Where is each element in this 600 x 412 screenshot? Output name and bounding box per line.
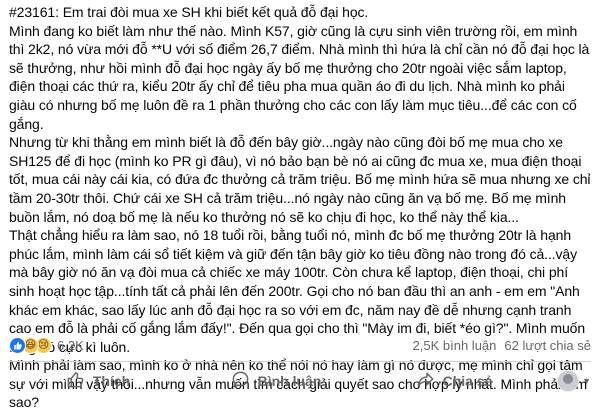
post-title: #23161: Em trai đòi mua xe SH khi biết k… — [9, 4, 369, 20]
avatar — [557, 370, 580, 392]
comment-icon — [231, 370, 250, 392]
like-button[interactable]: Thích — [9, 364, 187, 398]
share-count[interactable]: 62 lượt chia sẻ — [504, 338, 591, 353]
comment-button[interactable]: Bình luận — [187, 364, 365, 398]
like-icon — [9, 336, 26, 354]
reaction-summary[interactable]: 😆 😢 6,2K — [9, 336, 84, 354]
like-label: Thích — [92, 373, 131, 389]
comment-label: Bình luận — [257, 373, 322, 389]
share-icon — [416, 370, 435, 392]
divider — [9, 361, 591, 362]
reaction-count: 6,2K — [57, 337, 84, 353]
chevron-down-icon: ▼ — [582, 376, 591, 386]
thumbs-up-icon — [66, 370, 85, 392]
post-as-selector[interactable]: ▼ — [543, 370, 591, 392]
post-paragraph: Nhưng từ khi thằng em mình biết là đỗ đế… — [9, 134, 591, 225]
post-actions: Thích Bình luận Chia sẻ ▼ — [9, 363, 591, 399]
share-button[interactable]: Chia sẻ — [365, 364, 543, 398]
share-label: Chia sẻ — [442, 373, 493, 389]
engagement-stats: 2,5K bình luận 62 lượt chia sẻ — [413, 338, 591, 353]
reaction-summary-bar: 😆 😢 6,2K 2,5K bình luận 62 lượt chia sẻ — [9, 334, 591, 356]
comment-count[interactable]: 2,5K bình luận — [413, 338, 497, 353]
post-paragraph: Mình đang ko biết làm như thế nào. Mình … — [9, 22, 590, 132]
